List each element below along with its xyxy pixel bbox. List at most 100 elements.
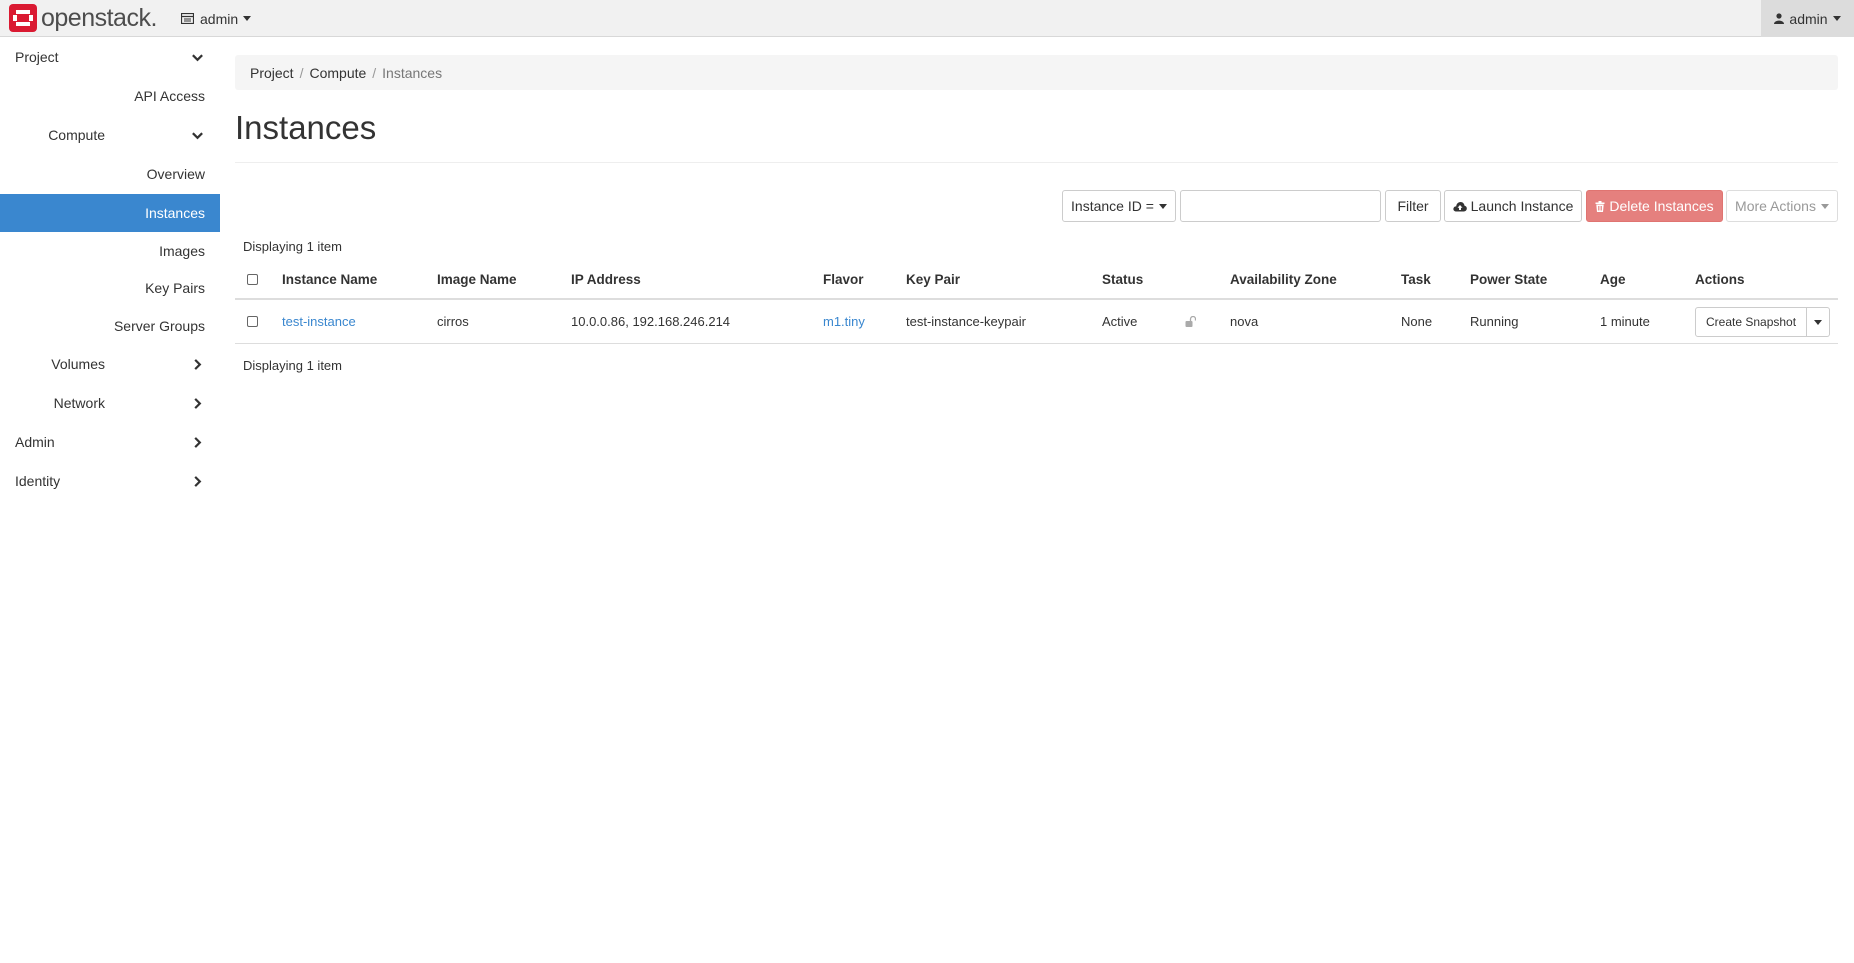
breadcrumb-separator: / <box>372 64 377 81</box>
page-title: Instances <box>235 109 377 146</box>
header-status[interactable]: Status <box>1102 260 1143 298</box>
filter-input[interactable] <box>1180 190 1381 222</box>
chevron-right-icon <box>191 462 204 501</box>
breadcrumb: Project / Compute / Instances <box>235 55 1838 90</box>
sidebar-item-label: Instances <box>145 205 205 221</box>
delete-instances-label: Delete Instances <box>1609 198 1714 214</box>
power-state-cell: Running <box>1470 314 1519 329</box>
status-cell: Active <box>1102 314 1138 329</box>
sidebar-item-label: Admin <box>15 434 55 450</box>
sidebar: Project API Access Compute Overview Inst… <box>0 38 220 501</box>
filter-button-label: Filter <box>1397 198 1429 214</box>
launch-instance-button[interactable]: Launch Instance <box>1444 190 1582 222</box>
sidebar-item-label: API Access <box>134 88 205 104</box>
chevron-down-icon <box>191 38 204 77</box>
top-navbar: openstack. admin admin <box>0 0 1854 37</box>
caret-down-icon <box>1820 203 1829 209</box>
header-flavor[interactable]: Flavor <box>823 260 864 298</box>
title-divider <box>235 162 1838 163</box>
select-all-checkbox[interactable] <box>247 260 258 298</box>
trash-icon <box>1595 200 1605 212</box>
sidebar-item-compute[interactable]: Compute <box>0 116 220 155</box>
age-cell: 1 minute <box>1600 314 1650 329</box>
chevron-down-icon <box>191 116 204 155</box>
image-name-cell: cirros <box>437 314 469 329</box>
filter-field-select[interactable]: Instance ID = <box>1062 190 1176 222</box>
create-snapshot-button[interactable]: Create Snapshot <box>1695 307 1808 337</box>
sidebar-item-volumes[interactable]: Volumes <box>0 345 220 384</box>
header-actions: Actions <box>1695 271 1745 287</box>
sidebar-item-images[interactable]: Images <box>0 232 220 270</box>
task-cell: None <box>1401 314 1433 329</box>
breadcrumb-separator: / <box>299 64 304 81</box>
filter-field-label: Instance ID = <box>1071 198 1154 214</box>
brand-dot: . <box>150 3 158 32</box>
brand-link[interactable]: openstack. <box>9 3 157 33</box>
more-actions-label: More Actions <box>1735 198 1816 214</box>
sidebar-item-label: Overview <box>146 166 205 182</box>
display-count-bottom: Displaying 1 item <box>243 358 342 373</box>
delete-instances-button[interactable]: Delete Instances <box>1586 190 1723 222</box>
project-switcher[interactable]: admin <box>180 0 252 37</box>
availability-zone-cell: nova <box>1230 314 1259 329</box>
display-count-top: Displaying 1 item <box>243 239 342 254</box>
instances-table: Instance Name Image Name IP Address Flav… <box>235 260 1838 344</box>
chevron-right-icon <box>191 423 204 462</box>
header-availability-zone[interactable]: Availability Zone <box>1230 260 1337 298</box>
sidebar-item-label: Volumes <box>51 356 105 372</box>
sidebar-item-label: Server Groups <box>113 318 205 334</box>
sidebar-item-instances[interactable]: Instances <box>0 194 220 232</box>
breadcrumb-project[interactable]: Project <box>250 65 294 81</box>
chevron-right-icon <box>191 384 204 423</box>
caret-down-icon <box>1814 319 1823 325</box>
sidebar-item-project[interactable]: Project <box>0 38 220 77</box>
sidebar-item-overview[interactable]: Overview <box>0 155 220 194</box>
openstack-logo-icon <box>9 4 37 32</box>
header-task[interactable]: Task <box>1401 260 1431 298</box>
more-actions-button[interactable]: More Actions <box>1726 190 1838 222</box>
breadcrumb-compute[interactable]: Compute <box>309 65 366 81</box>
row-actions: Create Snapshot <box>1695 307 1831 337</box>
sidebar-item-key-pairs[interactable]: Key Pairs <box>0 270 220 307</box>
key-pair-cell: test-instance-keypair <box>906 314 1026 329</box>
ip-address-cell: 10.0.0.86, 192.168.246.214 <box>571 314 731 329</box>
sidebar-item-label: Identity <box>15 473 61 489</box>
launch-instance-label: Launch Instance <box>1470 198 1574 214</box>
header-age[interactable]: Age <box>1600 260 1626 298</box>
breadcrumb-instances: Instances <box>382 64 443 81</box>
header-key-pair[interactable]: Key Pair <box>906 260 960 298</box>
sidebar-item-identity[interactable]: Identity <box>0 462 220 501</box>
caret-down-icon <box>243 16 252 21</box>
project-switcher-label: admin <box>200 10 239 27</box>
user-icon <box>1774 11 1785 27</box>
header-power-state[interactable]: Power State <box>1470 260 1547 298</box>
sidebar-item-network[interactable]: Network <box>0 384 220 423</box>
sidebar-item-label: Project <box>15 49 59 65</box>
sidebar-item-label: Compute <box>48 127 105 143</box>
sidebar-item-server-groups[interactable]: Server Groups <box>0 307 220 345</box>
caret-down-icon <box>1158 203 1167 209</box>
user-menu-label: admin <box>1789 10 1828 27</box>
unlock-icon <box>1185 300 1196 343</box>
table-header-row: Instance Name Image Name IP Address Flav… <box>235 260 1838 300</box>
project-list-icon <box>180 11 195 27</box>
header-image-name[interactable]: Image Name <box>437 260 517 298</box>
caret-down-icon <box>1832 16 1841 21</box>
chevron-right-icon <box>191 345 204 384</box>
sidebar-item-api-access[interactable]: API Access <box>0 77 220 116</box>
brand-name: openstack <box>41 3 151 32</box>
table-row: test-instance cirros 10.0.0.86, 192.168.… <box>235 300 1838 344</box>
cloud-upload-icon <box>1453 201 1467 212</box>
sidebar-item-admin[interactable]: Admin <box>0 423 220 462</box>
sidebar-item-label: Images <box>159 243 205 259</box>
header-instance-name[interactable]: Instance Name <box>282 260 377 298</box>
row-checkbox[interactable] <box>247 300 258 343</box>
filter-button[interactable]: Filter <box>1385 190 1441 222</box>
user-menu[interactable]: admin <box>1761 0 1854 37</box>
row-actions-dropdown-toggle[interactable] <box>1807 307 1831 337</box>
sidebar-item-label: Network <box>53 395 105 411</box>
instance-name-link[interactable]: test-instance <box>282 300 356 343</box>
header-ip-address[interactable]: IP Address <box>571 260 641 298</box>
flavor-link[interactable]: m1.tiny <box>823 300 865 343</box>
table-toolbar: Instance ID = Filter Launch Instance Del… <box>235 190 1838 222</box>
